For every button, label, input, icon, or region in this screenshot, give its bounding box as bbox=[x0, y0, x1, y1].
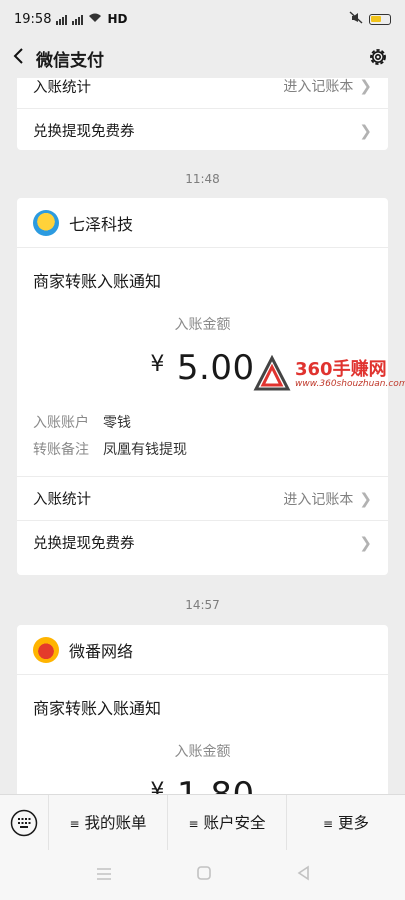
coupon-label: 兑换提现免费券 bbox=[33, 124, 135, 140]
watermark: 360手赚网 www.360shouzhuan.com bbox=[253, 354, 405, 395]
stats-row[interactable]: 入账统计 进入记账本 ❯ bbox=[17, 78, 388, 108]
wifi-icon bbox=[88, 12, 102, 27]
battery-icon bbox=[369, 13, 391, 25]
menu-bills[interactable]: ≡ 我的账单 bbox=[48, 795, 167, 851]
keyboard-icon bbox=[10, 809, 38, 837]
chevron-right-icon: ❯ bbox=[359, 489, 372, 508]
timestamp: 14:57 bbox=[185, 598, 220, 612]
chevron-right-icon: ❯ bbox=[359, 78, 372, 95]
mute-icon bbox=[349, 10, 363, 28]
menu-icon: ≡ bbox=[69, 817, 80, 831]
stats-label: 入账统计 bbox=[33, 492, 91, 508]
system-nav-bar bbox=[0, 850, 405, 900]
watermark-logo-icon bbox=[253, 354, 291, 391]
stats-link: 进入记账本 bbox=[283, 491, 354, 508]
keyboard-toggle[interactable] bbox=[0, 809, 48, 837]
message-card: 微番网络 商家转账入账通知 入账金额 ¥1.80 bbox=[17, 625, 388, 794]
merchant-header[interactable]: 七泽科技 bbox=[17, 198, 388, 248]
amount-label: 入账金额 bbox=[174, 317, 231, 333]
merchant-name: 七泽科技 bbox=[69, 214, 134, 234]
merchant-logo bbox=[33, 209, 59, 236]
coupon-label: 兑换提现免费券 bbox=[33, 536, 135, 552]
merchant-logo bbox=[33, 636, 59, 663]
signal-icon bbox=[72, 14, 84, 25]
menu-label: 账户安全 bbox=[203, 814, 266, 832]
stats-link: 进入记账本 bbox=[283, 79, 354, 95]
notice-title: 商家转账入账通知 bbox=[33, 272, 162, 291]
message-list[interactable]: 入账统计 进入记账本 ❯ 兑换提现免费券 ❯ 11:48 七泽科技 商家转账入账通… bbox=[0, 78, 405, 794]
watermark-text: 360手赚网 bbox=[295, 359, 387, 380]
merchant-header[interactable]: 微番网络 bbox=[17, 625, 388, 675]
menu-more[interactable]: ≡ 更多 bbox=[286, 795, 405, 851]
detail-row: 入账账户 零钱 bbox=[17, 408, 388, 435]
chevron-right-icon: ❯ bbox=[359, 533, 372, 552]
amount: ¥1.80 bbox=[17, 775, 388, 794]
back-arrow-icon[interactable] bbox=[12, 47, 24, 69]
home-icon[interactable] bbox=[196, 865, 212, 885]
detail-row: 转账备注 凤凰有钱提现 bbox=[17, 435, 388, 462]
bottom-menu: ≡ 我的账单 ≡ 账户安全 ≡ 更多 bbox=[0, 794, 405, 851]
amount-value: 5.00 bbox=[176, 348, 255, 388]
back-icon[interactable] bbox=[296, 865, 310, 885]
status-bar: 19:58 HD bbox=[0, 0, 405, 38]
menu-label: 更多 bbox=[338, 814, 370, 832]
menu-icon: ≡ bbox=[188, 817, 199, 831]
page-title: 微信支付 bbox=[36, 50, 104, 71]
stats-row[interactable]: 入账统计 进入记账本 ❯ bbox=[17, 476, 388, 520]
stats-label: 入账统计 bbox=[33, 79, 91, 96]
amount-value: 1.80 bbox=[177, 775, 255, 794]
gear-icon[interactable] bbox=[367, 46, 389, 72]
coupon-row[interactable]: 兑换提现免费券 ❯ bbox=[17, 108, 388, 150]
menu-label: 我的账单 bbox=[84, 814, 147, 832]
watermark-url: www.360shouzhuan.com bbox=[295, 379, 405, 389]
notice-title: 商家转账入账通知 bbox=[33, 699, 162, 718]
menu-security[interactable]: ≡ 账户安全 bbox=[167, 795, 286, 851]
menu-icon: ≡ bbox=[322, 817, 334, 831]
detail-value: 凤凰有钱提现 bbox=[103, 441, 187, 458]
amount-label: 入账金额 bbox=[174, 744, 231, 760]
detail-key: 入账账户 bbox=[33, 414, 89, 431]
nav-bar: 微信支付 bbox=[0, 38, 405, 78]
chevron-right-icon: ❯ bbox=[359, 121, 372, 140]
detail-value: 零钱 bbox=[103, 414, 131, 431]
status-time: 19:58 bbox=[14, 11, 52, 27]
merchant-name: 微番网络 bbox=[69, 641, 134, 661]
currency-symbol: ¥ bbox=[150, 352, 165, 377]
timestamp: 11:48 bbox=[185, 172, 220, 186]
currency-symbol: ¥ bbox=[150, 779, 165, 794]
recents-icon[interactable] bbox=[96, 866, 112, 885]
signal-icon bbox=[56, 14, 68, 25]
detail-key: 转账备注 bbox=[33, 441, 89, 458]
message-card-previous: 入账统计 进入记账本 ❯ 兑换提现免费券 ❯ bbox=[17, 78, 388, 150]
coupon-row[interactable]: 兑换提现免费券 ❯ bbox=[17, 520, 388, 564]
network-type: HD bbox=[107, 12, 128, 26]
